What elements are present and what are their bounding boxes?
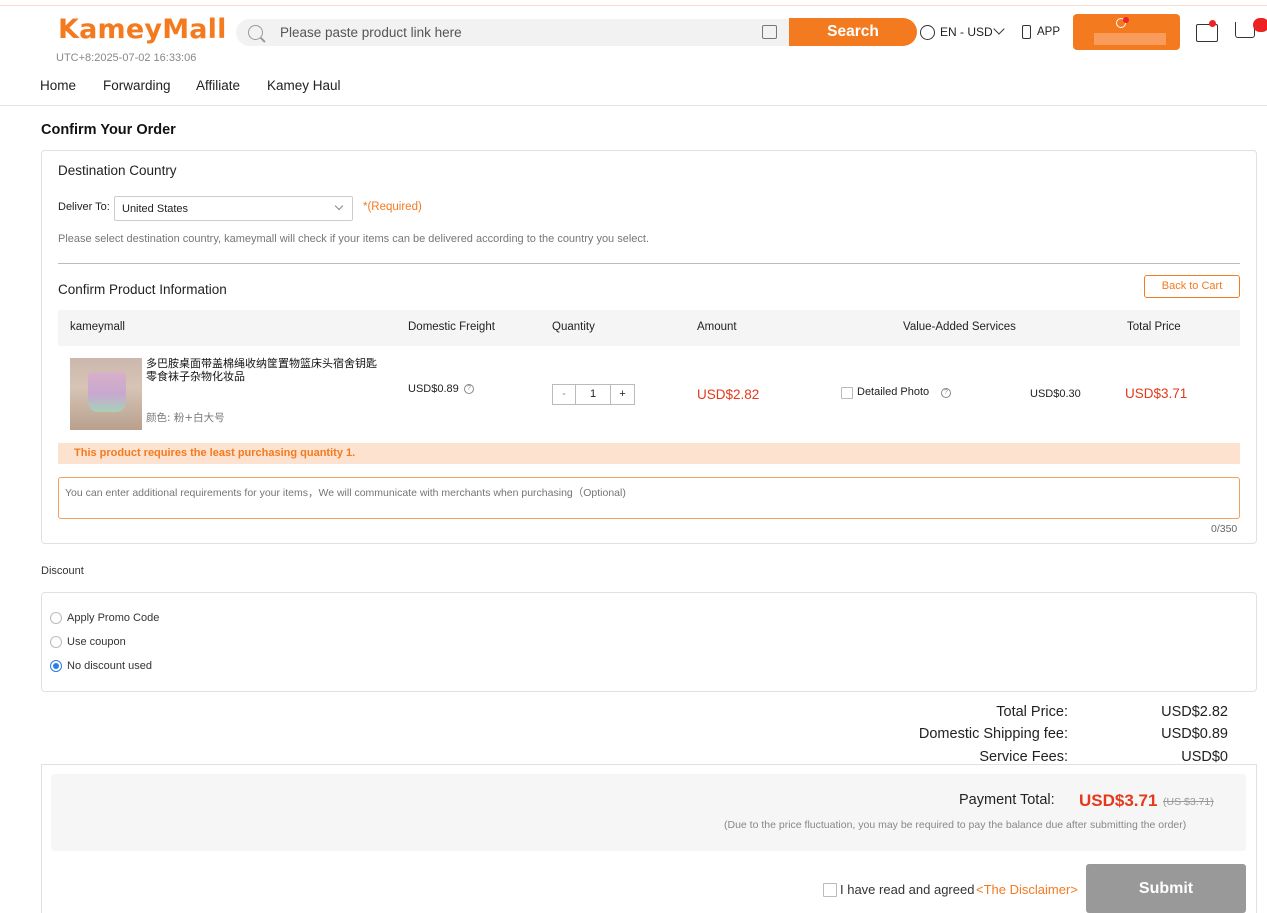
no-discount-label[interactable]: No discount used [67,660,152,672]
help-icon[interactable]: ? [464,384,474,394]
quantity-stepper[interactable]: - 1 + [552,384,635,405]
product-name[interactable]: 多巴胺桌面带盖棉绳收纳筐置物篮床头宿舍钥匙零食袜子杂物化妆品 [146,357,386,383]
username-redacted [1094,33,1166,45]
col-domestic-freight: Domestic Freight [408,321,495,333]
agree-label: I have read and agreed [840,882,975,897]
agree-checkbox[interactable] [823,883,837,897]
summary-service-value: USD$0 [1181,749,1228,765]
use-coupon-label[interactable]: Use coupon [67,636,126,648]
service-price: USD$0.30 [1030,388,1081,400]
globe-icon[interactable] [920,25,935,40]
nav-affiliate[interactable]: Affiliate [196,78,240,93]
detailed-photo-label[interactable]: Detailed Photo [857,386,929,398]
freight-value: USD$0.89 [408,383,459,395]
deliver-to-label: Deliver To: [58,201,110,213]
server-clock: UTC+8:2025-07-02 16:33:06 [56,52,197,64]
product-info-title: Confirm Product Information [58,282,227,297]
col-total-price: Total Price [1127,321,1181,333]
disclaimer-link[interactable]: <The Disclaimer> [976,882,1078,897]
total-price-value: USD$3.71 [1125,386,1188,401]
col-seller: kameymall [70,321,125,333]
price-fluctuation-note: (Due to the price fluctuation, you may b… [724,819,1187,831]
char-counter: 0/350 [1211,523,1238,535]
destination-hint: Please select destination country, kamey… [58,233,650,245]
help-icon[interactable]: ? [941,388,951,398]
notification-dot [1123,17,1129,23]
discount-panel [41,592,1257,692]
summary-service-label: Service Fees: [979,749,1068,765]
required-note: *(Required) [363,201,422,213]
product-image-bucket [88,372,126,412]
summary-total-price-label: Total Price: [996,704,1068,720]
radio-use-coupon[interactable] [50,636,62,648]
additional-requirements-input[interactable] [58,477,1240,519]
back-to-cart-button[interactable]: Back to Cart [1144,275,1240,298]
image-search-icon[interactable] [762,25,777,39]
search-button[interactable]: Search [789,18,917,46]
qty-input[interactable]: 1 [576,385,611,404]
summary-shipping-label: Domestic Shipping fee: [918,726,1068,742]
language-currency-select[interactable]: EN - USD [940,25,993,39]
min-quantity-text: This product requires the least purchasi… [74,447,356,459]
payment-total-alt: (US $3.71) [1163,796,1214,808]
search-icon [248,25,263,40]
logo[interactable]: KameyMall [58,14,227,45]
amount-value: USD$2.82 [697,387,760,402]
payment-box [51,774,1246,851]
cart-icon[interactable] [1235,22,1255,38]
app-link[interactable]: APP [1037,26,1060,38]
product-variant: 颜色: 粉+白大号 [146,412,225,424]
country-select[interactable]: United States [114,196,353,221]
detailed-photo-checkbox[interactable] [841,387,853,399]
mail-notification-dot [1209,20,1216,27]
summary-total-price-value: USD$2.82 [1161,704,1228,720]
nav-divider [0,105,1267,106]
promo-code-label[interactable]: Apply Promo Code [67,612,159,624]
payment-total-label: Payment Total: [959,792,1055,808]
nav-forwarding[interactable]: Forwarding [103,78,171,93]
destination-title: Destination Country [58,163,177,178]
top-edge [0,0,1267,6]
col-quantity: Quantity [552,321,595,333]
phone-icon[interactable] [1022,25,1031,39]
discount-title: Discount [41,565,84,577]
qty-plus-button[interactable]: + [611,385,634,404]
col-value-added-services: Value-Added Services [903,321,1016,333]
summary-shipping-value: USD$0.89 [1161,726,1228,742]
cart-badge [1253,18,1267,32]
chevron-down-icon[interactable] [993,23,1005,35]
qty-minus-button[interactable]: - [553,385,576,404]
radio-no-discount[interactable] [50,660,62,672]
col-amount: Amount [697,321,737,333]
search-input[interactable]: Please paste product link here [280,25,462,40]
nav-home[interactable]: Home [40,78,76,93]
payment-total-value: USD$3.71 [1079,791,1158,810]
table-header [58,310,1240,346]
page-title: Confirm Your Order [41,122,176,138]
nav-kamey-haul[interactable]: Kamey Haul [267,78,341,93]
section-divider [58,263,1240,264]
radio-promo-code[interactable] [50,612,62,624]
submit-button[interactable]: Submit [1086,864,1246,913]
mail-icon[interactable] [1196,24,1218,42]
